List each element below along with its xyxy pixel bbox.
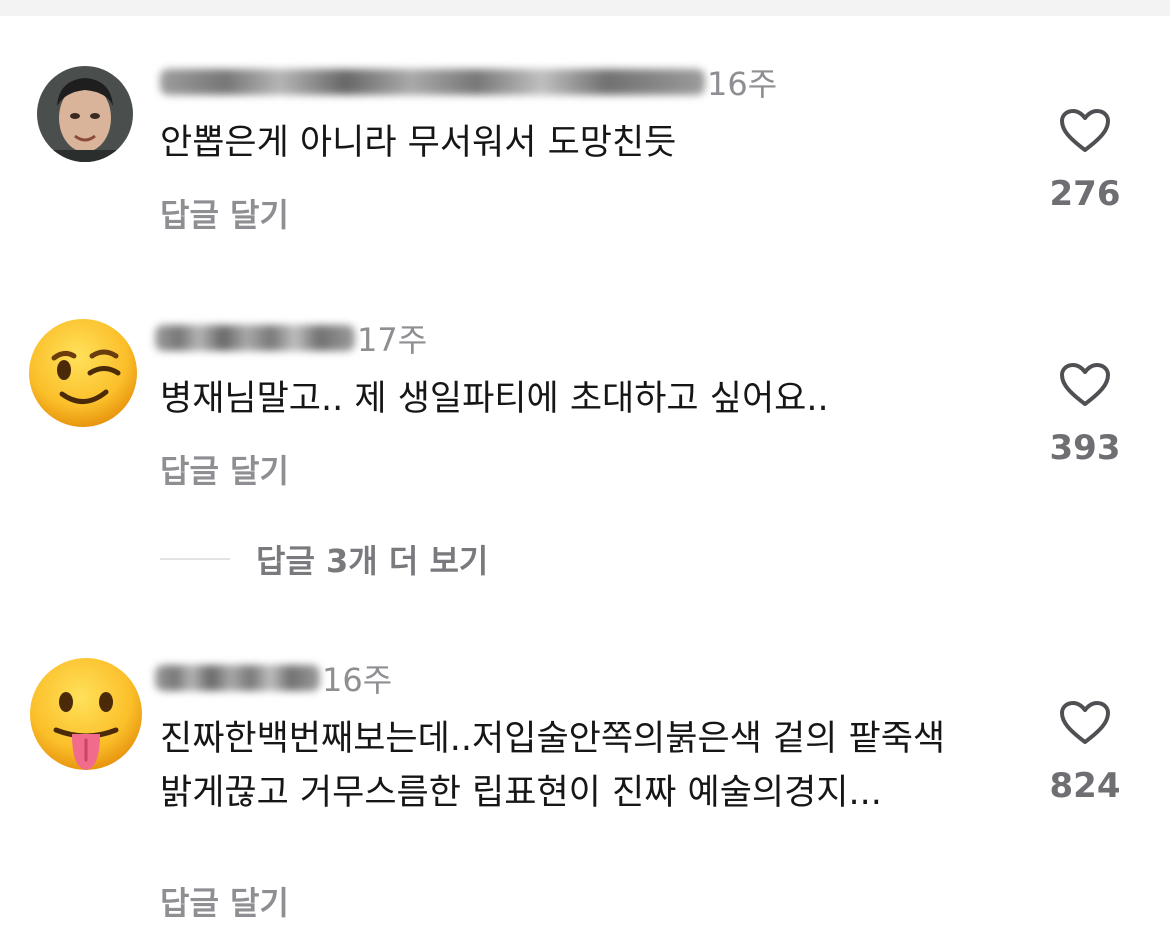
- comment-text: 안뽑은게 아니라 무서워서 도망친듯: [160, 123, 677, 163]
- comment-meta: 16주: [160, 60, 777, 104]
- comment-meta: 17주: [155, 316, 427, 360]
- comment-time: 17주: [357, 321, 428, 359]
- like-count: 276: [1049, 174, 1121, 214]
- username-blurred[interactable]: [160, 69, 705, 95]
- view-more-replies-label[interactable]: 답글 3개 더 보기: [256, 536, 488, 582]
- reply-button[interactable]: 답글 달기: [160, 446, 289, 492]
- reply-button[interactable]: 답글 달기: [160, 190, 289, 236]
- like-button[interactable]: 393: [1045, 362, 1125, 468]
- username-blurred[interactable]: [155, 325, 355, 351]
- winking-face-emoji-avatar[interactable]: [28, 318, 138, 428]
- view-more-replies-button[interactable]: 답글 3개 더 보기: [160, 536, 488, 582]
- heart-outline-icon[interactable]: [1045, 362, 1125, 408]
- face-with-tongue-emoji-avatar[interactable]: [28, 656, 146, 778]
- comment-time: 16주: [707, 65, 778, 103]
- divider-line: [160, 558, 230, 560]
- like-count: 393: [1049, 428, 1121, 468]
- comment-text: 진짜한백번째보는데..저입술안쪽의붉은색 겉의 팥죽색 밝게끊고 거무스름한 립…: [160, 719, 946, 813]
- reply-button[interactable]: 답글 달기: [160, 878, 289, 924]
- comment-time: 16주: [322, 661, 393, 699]
- comment-text: 병재님말고.. 제 생일파티에 초대하고 싶어요..: [160, 379, 829, 419]
- like-count: 824: [1049, 766, 1121, 806]
- like-button[interactable]: 276: [1045, 108, 1125, 214]
- top-strip: [0, 0, 1170, 16]
- username-blurred[interactable]: [155, 665, 320, 691]
- avatar[interactable]: [37, 66, 133, 162]
- heart-outline-icon[interactable]: [1045, 700, 1125, 746]
- comment-meta: 16주: [155, 656, 392, 700]
- like-button[interactable]: 824: [1045, 700, 1125, 806]
- heart-outline-icon[interactable]: [1045, 108, 1125, 154]
